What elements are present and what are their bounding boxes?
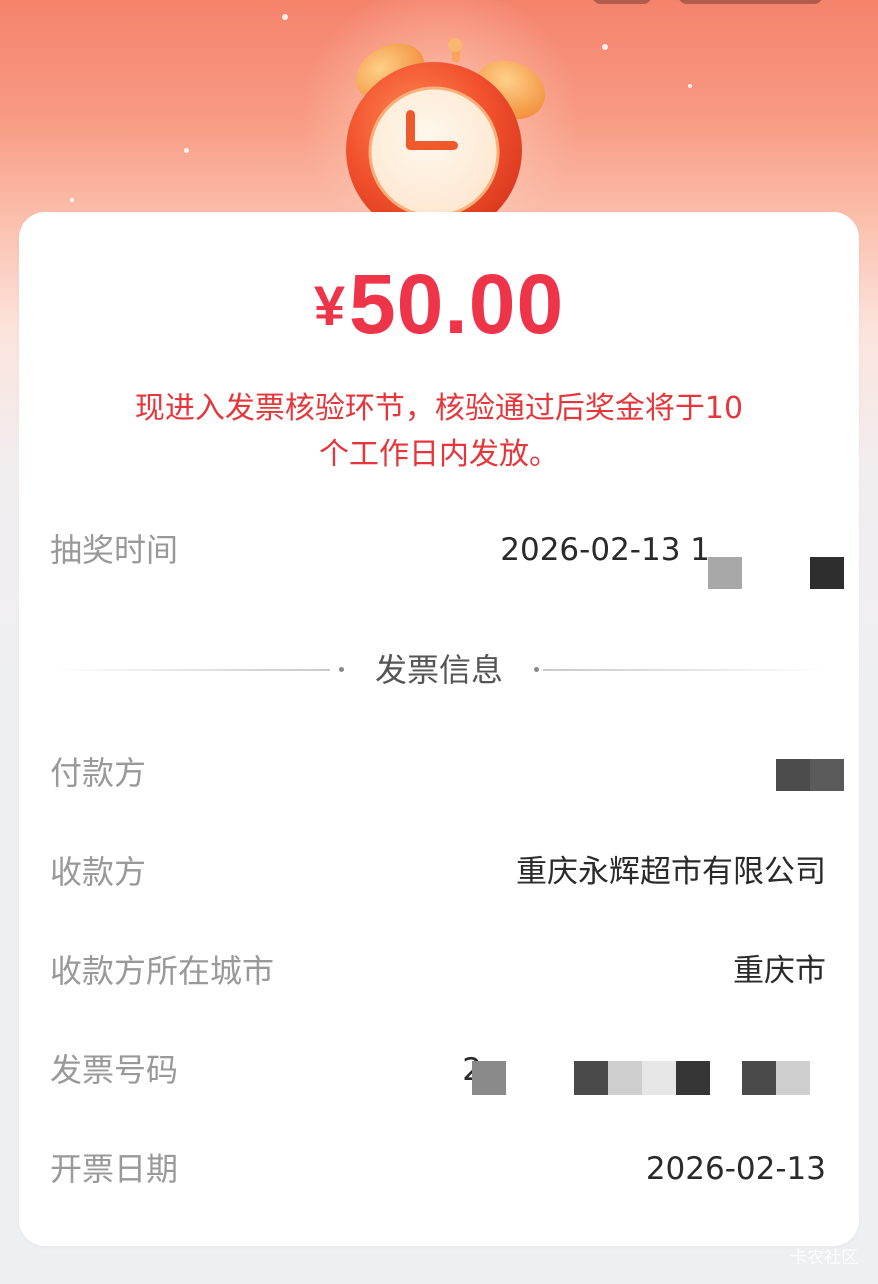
draw-time-value: 2026-02-13 1: [500, 532, 710, 568]
payee-label: 收款方: [50, 853, 147, 891]
divider-dot: [534, 667, 539, 672]
invoice-date-label: 开票日期: [50, 1150, 179, 1188]
redaction-block: [776, 1061, 810, 1095]
status-pill-left: [592, 0, 652, 4]
sparkle: [688, 84, 692, 88]
invoice-date-value: 2026-02-13: [645, 1151, 826, 1187]
payee-city-value: 重庆市: [733, 953, 826, 989]
status-pill-right: [678, 0, 823, 4]
redaction-block: [776, 759, 810, 791]
invoice-section-header: 发票信息: [50, 648, 828, 692]
redaction-block: [742, 1061, 776, 1095]
redaction-block: [708, 557, 742, 589]
verification-notice: 现进入发票核验环节，核验通过后奖金将于10 个工作日内发放。: [80, 386, 798, 478]
invoice-number-label: 发票号码: [50, 1051, 179, 1089]
prize-card: [19, 212, 859, 1246]
redaction-block: [574, 1061, 608, 1095]
sparkle: [602, 44, 608, 50]
redaction-block: [676, 1061, 710, 1095]
payee-city-label: 收款方所在城市: [50, 952, 275, 990]
notice-line: 个工作日内发放。: [319, 437, 559, 472]
amount-value: 50.00: [348, 257, 565, 351]
payer-label: 付款方: [50, 754, 147, 792]
notice-line: 现进入发票核验环节，核验通过后奖金将于10: [134, 391, 744, 426]
watermark: 卡农社区: [790, 1248, 858, 1268]
payee-value: 重庆永辉超市有限公司: [516, 854, 826, 890]
redaction-block: [608, 1061, 642, 1095]
redaction-block: [472, 1061, 506, 1095]
redaction-block: [642, 1061, 676, 1095]
prize-amount: ¥50.00: [0, 262, 878, 346]
sparkle: [70, 198, 74, 202]
redaction-block: [810, 557, 844, 589]
sparkle: [184, 148, 189, 153]
draw-time-label: 抽奖时间: [50, 531, 179, 569]
sparkle: [282, 14, 288, 20]
currency-symbol: ¥: [313, 274, 345, 337]
redaction-block: [810, 759, 844, 791]
alarm-clock-icon: [346, 38, 545, 230]
divider-line: [543, 669, 828, 671]
